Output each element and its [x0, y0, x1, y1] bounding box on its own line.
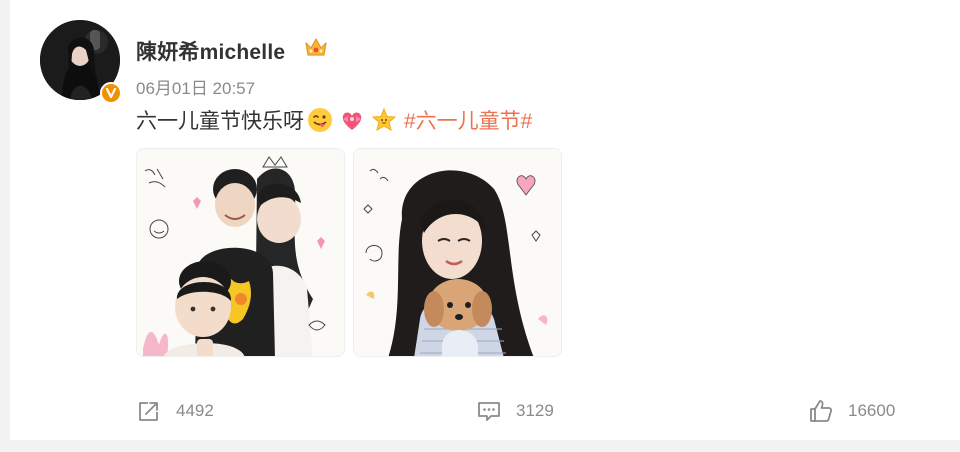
heart-ribbon-emoji [339, 107, 365, 133]
like-count: 16600 [848, 401, 896, 420]
post-text: 六一儿童节快乐呀 #六一儿童节# [136, 106, 532, 134]
comment-button[interactable]: 3129 [476, 398, 554, 424]
post-time[interactable]: 06月01日 20:57 [136, 74, 255, 99]
repost-button[interactable]: 4492 [136, 398, 214, 424]
share-icon [139, 402, 158, 421]
thumbs-up-icon [810, 400, 833, 422]
post-image-woman-dog[interactable] [353, 148, 562, 357]
hashtag-link[interactable]: #六一儿童节# [404, 105, 532, 135]
comment-icon [478, 402, 500, 421]
tongue-wink-emoji [307, 107, 333, 133]
repost-count: 4492 [176, 401, 214, 420]
author-name[interactable]: 陳妍希michelle [136, 36, 285, 66]
post-text-content: 六一儿童节快乐呀 [136, 110, 304, 133]
comment-count: 3129 [516, 401, 554, 420]
crown-icon[interactable] [304, 36, 328, 58]
post-image-children[interactable] [136, 148, 345, 357]
star-face-emoji [371, 107, 397, 133]
like-button[interactable]: 16600 [808, 398, 895, 424]
verified-badge-icon [100, 82, 122, 104]
